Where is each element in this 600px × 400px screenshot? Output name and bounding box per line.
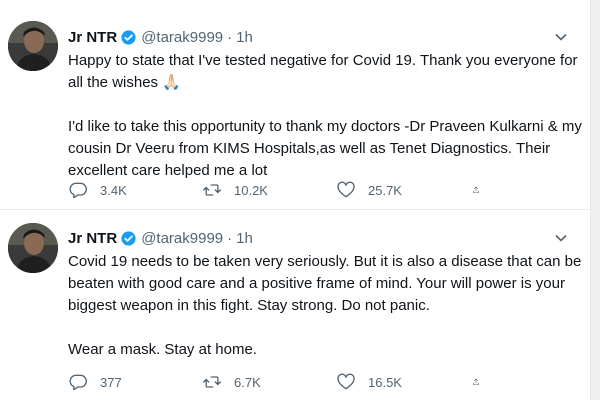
tweet-text: Happy to state that I've tested negative… [68, 50, 588, 182]
reply-button[interactable]: 3.4K [68, 180, 202, 200]
reply-icon [69, 182, 87, 199]
separator-dot: · [227, 28, 233, 46]
reply-button[interactable]: 377 [68, 372, 202, 392]
retweet-icon [203, 376, 221, 388]
chevron-down-icon[interactable] [551, 27, 571, 47]
retweet-button[interactable]: 6.7K [202, 372, 336, 392]
like-button[interactable]: 25.7K [336, 180, 472, 200]
heart-icon [337, 373, 355, 390]
tweet-paragraph: Happy to state that I've tested negative… [68, 52, 578, 91]
like-count: 25.7K [368, 182, 402, 198]
tweet-actions: 3.4K 10.2K 25.7K [68, 179, 498, 201]
tweet-paragraph: Covid 19 needs to be taken very seriousl… [68, 253, 582, 314]
share-button[interactable] [472, 372, 492, 392]
retweet-icon [203, 184, 221, 196]
share-icon [473, 378, 479, 385]
display-name[interactable]: Jr NTR [68, 230, 117, 247]
verified-badge-icon [121, 29, 136, 45]
user-handle[interactable]: @tarak9999 [141, 230, 223, 247]
chevron-down-icon[interactable] [551, 228, 571, 248]
avatar[interactable] [8, 21, 58, 71]
tweet-paragraph: Wear a mask. Stay at home. [68, 341, 257, 358]
heart-icon [337, 181, 355, 198]
verified-badge-icon [121, 230, 136, 246]
reply-count: 3.4K [100, 182, 127, 198]
retweet-button[interactable]: 10.2K [202, 180, 336, 200]
display-name[interactable]: Jr NTR [68, 29, 117, 46]
share-button[interactable] [472, 180, 492, 200]
avatar[interactable] [8, 223, 58, 273]
retweet-count: 6.7K [234, 374, 261, 390]
tweet[interactable]: Jr NTR @tarak9999 · 1h Covid 19 needs to… [0, 211, 591, 400]
reply-count: 377 [100, 374, 122, 390]
tweet-header: Jr NTR @tarak9999 · 1h [68, 228, 253, 248]
user-handle[interactable]: @tarak9999 [141, 29, 223, 46]
tweet-actions: 377 6.7K 16.5K [68, 371, 498, 393]
share-icon [473, 186, 479, 193]
tweet-paragraph: I'd like to take this opportunity to tha… [68, 118, 582, 179]
separator-dot: · [227, 229, 233, 247]
reply-icon [69, 374, 87, 391]
timestamp[interactable]: 1h [236, 29, 253, 46]
retweet-count: 10.2K [234, 182, 268, 198]
timeline: Jr NTR @tarak9999 · 1h Happy to state th… [0, 0, 591, 400]
like-count: 16.5K [368, 374, 402, 390]
tweet-text: Covid 19 needs to be taken very seriousl… [68, 251, 588, 361]
like-button[interactable]: 16.5K [336, 372, 472, 392]
timestamp[interactable]: 1h [236, 230, 253, 247]
tweet-header: Jr NTR @tarak9999 · 1h [68, 27, 253, 47]
tweet[interactable]: Jr NTR @tarak9999 · 1h Happy to state th… [0, 0, 591, 210]
